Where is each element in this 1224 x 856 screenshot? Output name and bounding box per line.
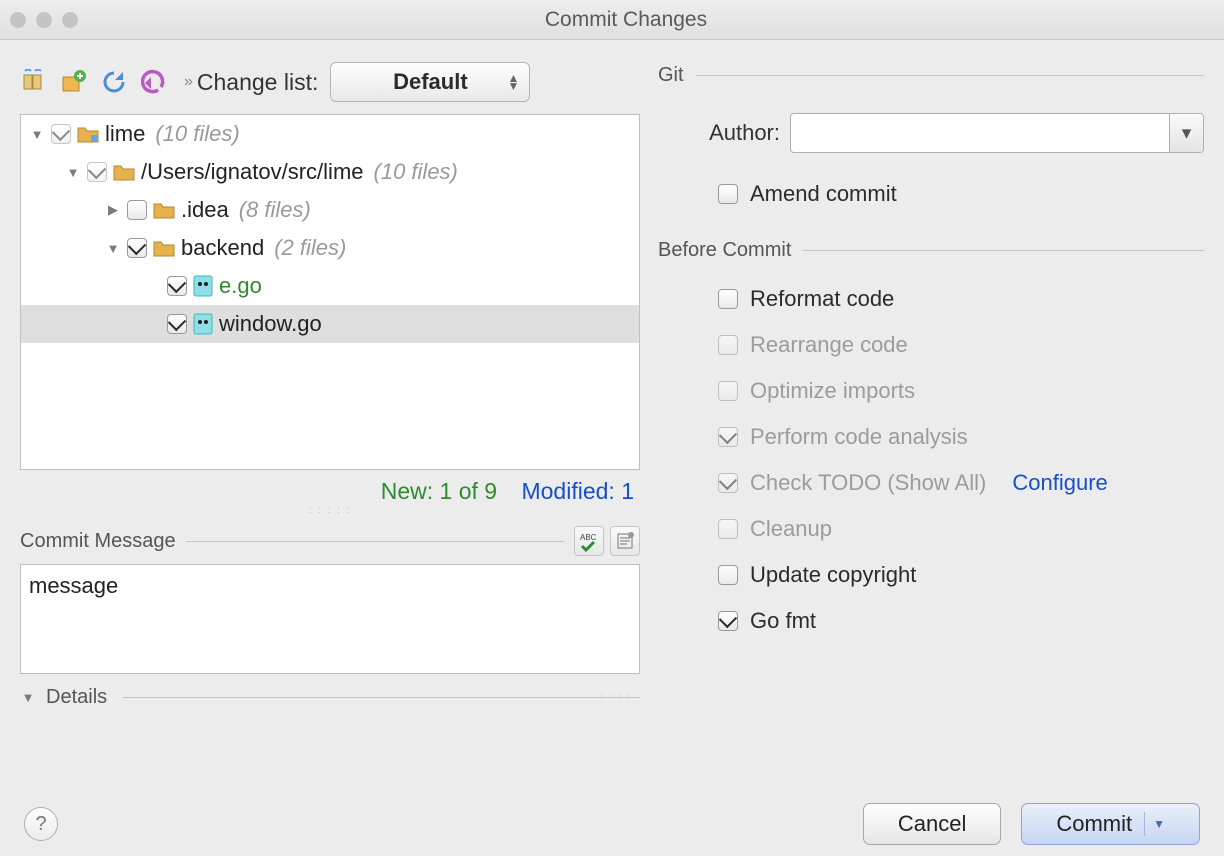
status-new: New: 1 of 9 [381, 478, 497, 504]
svg-text:ABC: ABC [580, 533, 597, 542]
tree-row-backend[interactable]: ▼ backend (2 files) [21, 229, 639, 267]
checkbox[interactable] [51, 124, 71, 144]
divider [696, 75, 1204, 76]
optimize-label: Optimize imports [750, 378, 915, 404]
chevron-down-icon[interactable]: ▾ [1169, 114, 1203, 152]
gofmt-label: Go fmt [750, 608, 816, 634]
chevron-down-icon[interactable]: ▼ [105, 241, 121, 256]
checkbox-rearrange [718, 335, 738, 355]
status-modified: Modified: 1 [521, 478, 634, 504]
divider [803, 250, 1204, 251]
checkbox-analysis [718, 427, 738, 447]
amend-label: Amend commit [750, 181, 897, 207]
checkbox-todo [718, 473, 738, 493]
checkbox[interactable] [167, 314, 187, 334]
module-folder-icon [77, 125, 99, 143]
checkbox-reformat[interactable] [718, 289, 738, 309]
checkbox-copyright[interactable] [718, 565, 738, 585]
tree-node-name: window.go [219, 311, 322, 337]
checkbox[interactable] [167, 276, 187, 296]
git-section-label: Git [658, 64, 684, 87]
go-file-icon [193, 313, 213, 335]
checkbox-optimize [718, 381, 738, 401]
details-label: Details [46, 686, 107, 709]
commit-message-input[interactable]: message [20, 564, 640, 674]
cleanup-label: Cleanup [750, 516, 832, 542]
commit-message-value: message [29, 573, 118, 598]
titlebar: Commit Changes [0, 0, 1224, 40]
tree-node-meta: (2 files) [274, 235, 346, 261]
tree-node-meta: (8 files) [239, 197, 311, 223]
tree-row-idea[interactable]: ▶ .idea (8 files) [21, 191, 639, 229]
details-toggle[interactable]: ▼ Details : : : : [20, 686, 640, 709]
before-commit-label: Before Commit [658, 239, 791, 262]
rearrange-label: Rearrange code [750, 332, 908, 358]
configure-link[interactable]: Configure [1012, 470, 1107, 496]
checkbox[interactable] [127, 200, 147, 220]
more-actions-icon[interactable]: » [184, 73, 189, 91]
reformat-label: Reformat code [750, 286, 894, 312]
tree-node-name: lime [105, 121, 145, 147]
commit-button[interactable]: Commit ▼ [1021, 803, 1200, 845]
checkbox-gofmt[interactable] [718, 611, 738, 631]
cancel-label: Cancel [898, 811, 966, 837]
minimize-window-button[interactable] [36, 12, 52, 28]
refresh-icon[interactable] [100, 68, 128, 96]
commit-label: Commit [1056, 811, 1132, 837]
analysis-label: Perform code analysis [750, 424, 968, 450]
tree-node-meta: (10 files) [374, 159, 458, 185]
help-button[interactable]: ? [24, 807, 58, 841]
tree-node-name: e.go [219, 273, 262, 299]
folder-icon [153, 201, 175, 219]
chevron-down-icon: ▼ [20, 690, 36, 705]
divider: : : : : [123, 697, 640, 698]
folder-icon [113, 163, 135, 181]
dialog-footer: ? Cancel Commit ▼ [0, 794, 1224, 854]
show-diff-icon[interactable] [20, 68, 48, 96]
splitter-grip-icon[interactable]: : : : : : [20, 505, 640, 516]
commit-message-label: Commit Message [20, 530, 176, 553]
tree-row-file-ego[interactable]: e.go [21, 267, 639, 305]
folder-icon [153, 239, 175, 257]
commit-toolbar: » Change list: Default ▲▼ [20, 60, 640, 104]
divider [186, 541, 564, 542]
changelist-label: Change list: [197, 69, 318, 96]
tree-row-root[interactable]: ▼ lime (10 files) [21, 115, 639, 153]
changelist-select[interactable]: Default ▲▼ [330, 62, 530, 102]
author-combo[interactable]: ▾ [790, 113, 1204, 153]
checkbox[interactable] [87, 162, 107, 182]
move-to-changelist-icon[interactable] [60, 68, 88, 96]
todo-label: Check TODO (Show All) [750, 470, 986, 496]
tree-row-path[interactable]: ▼ /Users/ignatov/src/lime (10 files) [21, 153, 639, 191]
checkbox[interactable] [127, 238, 147, 258]
checkbox-amend[interactable] [718, 184, 738, 204]
checkbox-cleanup [718, 519, 738, 539]
stepper-icon: ▲▼ [507, 74, 519, 90]
zoom-window-button[interactable] [62, 12, 78, 28]
tree-row-file-windowgo[interactable]: window.go [21, 305, 639, 343]
chevron-down-icon[interactable]: ▼ [65, 165, 81, 180]
revert-icon[interactable] [140, 68, 168, 96]
chevron-down-icon[interactable]: ▼ [1153, 817, 1165, 831]
go-file-icon [193, 275, 213, 297]
tree-status: New: 1 of 9 Modified: 1 [20, 470, 640, 507]
close-window-button[interactable] [10, 12, 26, 28]
chevron-down-icon[interactable]: ▼ [29, 127, 45, 142]
window-controls [10, 12, 78, 28]
changelist-value: Default [393, 69, 468, 95]
author-label: Author: [692, 120, 780, 146]
chevron-right-icon[interactable]: ▶ [105, 202, 121, 218]
tree-node-name: .idea [181, 197, 229, 223]
copyright-label: Update copyright [750, 562, 916, 588]
window-title: Commit Changes [98, 8, 1154, 32]
cancel-button[interactable]: Cancel [863, 803, 1001, 845]
changes-tree[interactable]: ▼ lime (10 files) ▼ /Users/ignatov/src/l… [20, 114, 640, 470]
tree-node-name: /Users/ignatov/src/lime [141, 159, 364, 185]
history-icon[interactable] [610, 526, 640, 556]
tree-node-meta: (10 files) [155, 121, 239, 147]
tree-node-name: backend [181, 235, 264, 261]
divider [1144, 812, 1145, 836]
spellcheck-icon[interactable]: ABC [574, 526, 604, 556]
